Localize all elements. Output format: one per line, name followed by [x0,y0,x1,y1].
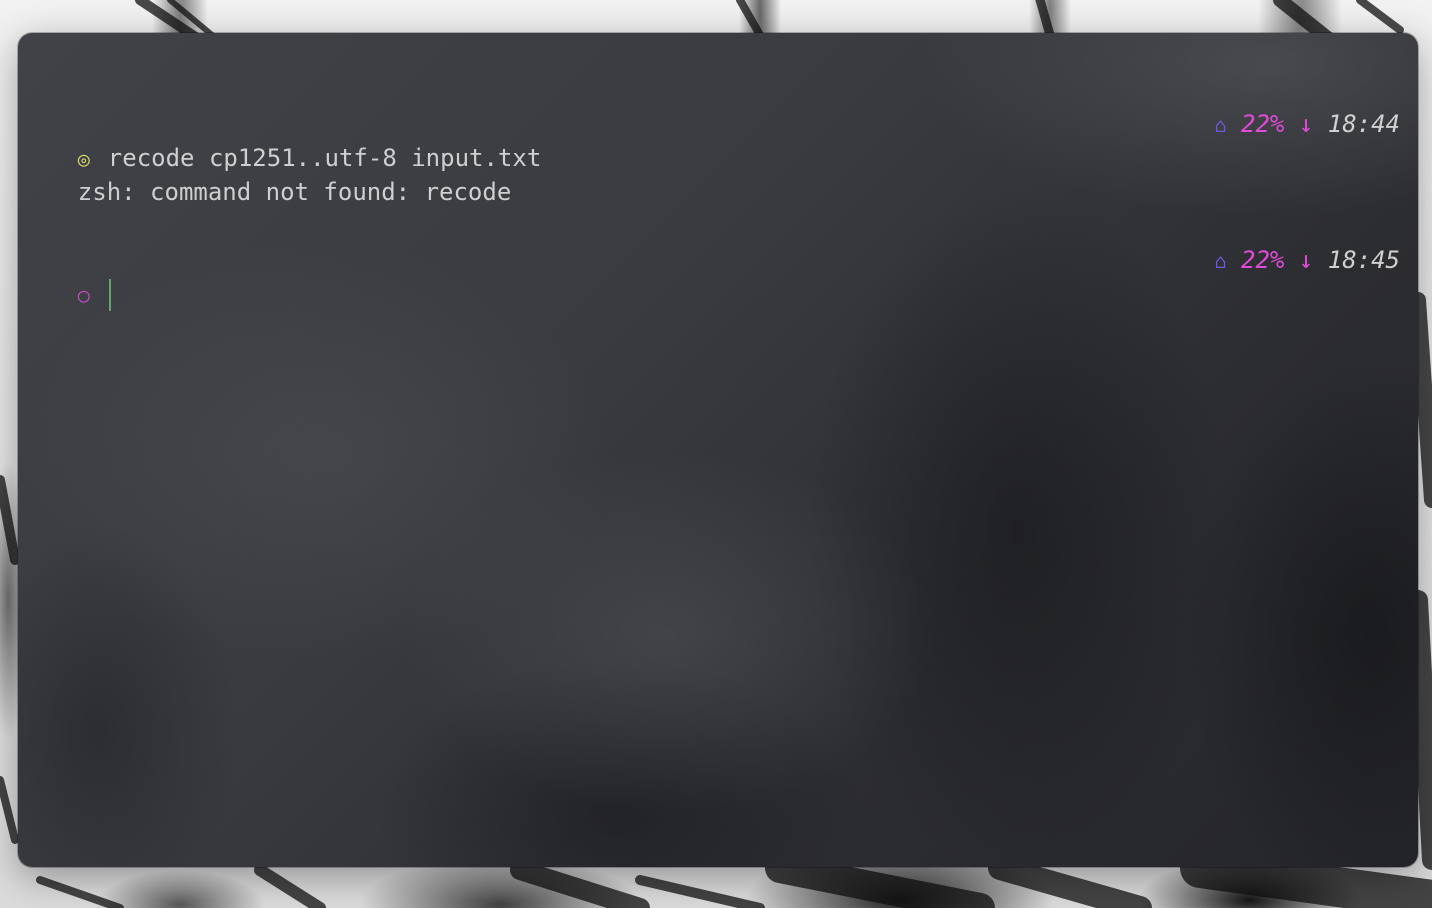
text-cursor [108,279,111,311]
prompt-time: 18:45 [1327,246,1400,274]
right-prompt: ⌂ 22% ↓ 18:45 [1215,243,1400,278]
history-command-line: ◎ recode cp1251..utf-8 input.txt ⌂ 22% ↓ … [20,107,1400,172]
terminal-window[interactable]: ◎ recode cp1251..utf-8 input.txt ⌂ 22% ↓ … [18,33,1418,867]
command-output-line: zsh: command not found: recode [20,141,1400,206]
current-prompt-line[interactable]: ○ ⌂ 22% ↓ 18:45 [20,243,1400,311]
home-icon: ⌂ [1214,113,1227,137]
error-output: zsh: command not found: recode [77,178,512,206]
arrow-down-icon: ↓ [1298,246,1314,274]
prompt-time: 18:44 [1327,110,1400,138]
home-icon: ⌂ [1214,249,1227,273]
battery-level: 22% [1241,246,1285,274]
battery-level: 22% [1241,110,1285,138]
right-prompt: ⌂ 22% ↓ 18:44 [1215,107,1400,142]
prompt-status-icon: ○ [77,283,90,307]
arrow-down-icon: ↓ [1298,110,1314,138]
